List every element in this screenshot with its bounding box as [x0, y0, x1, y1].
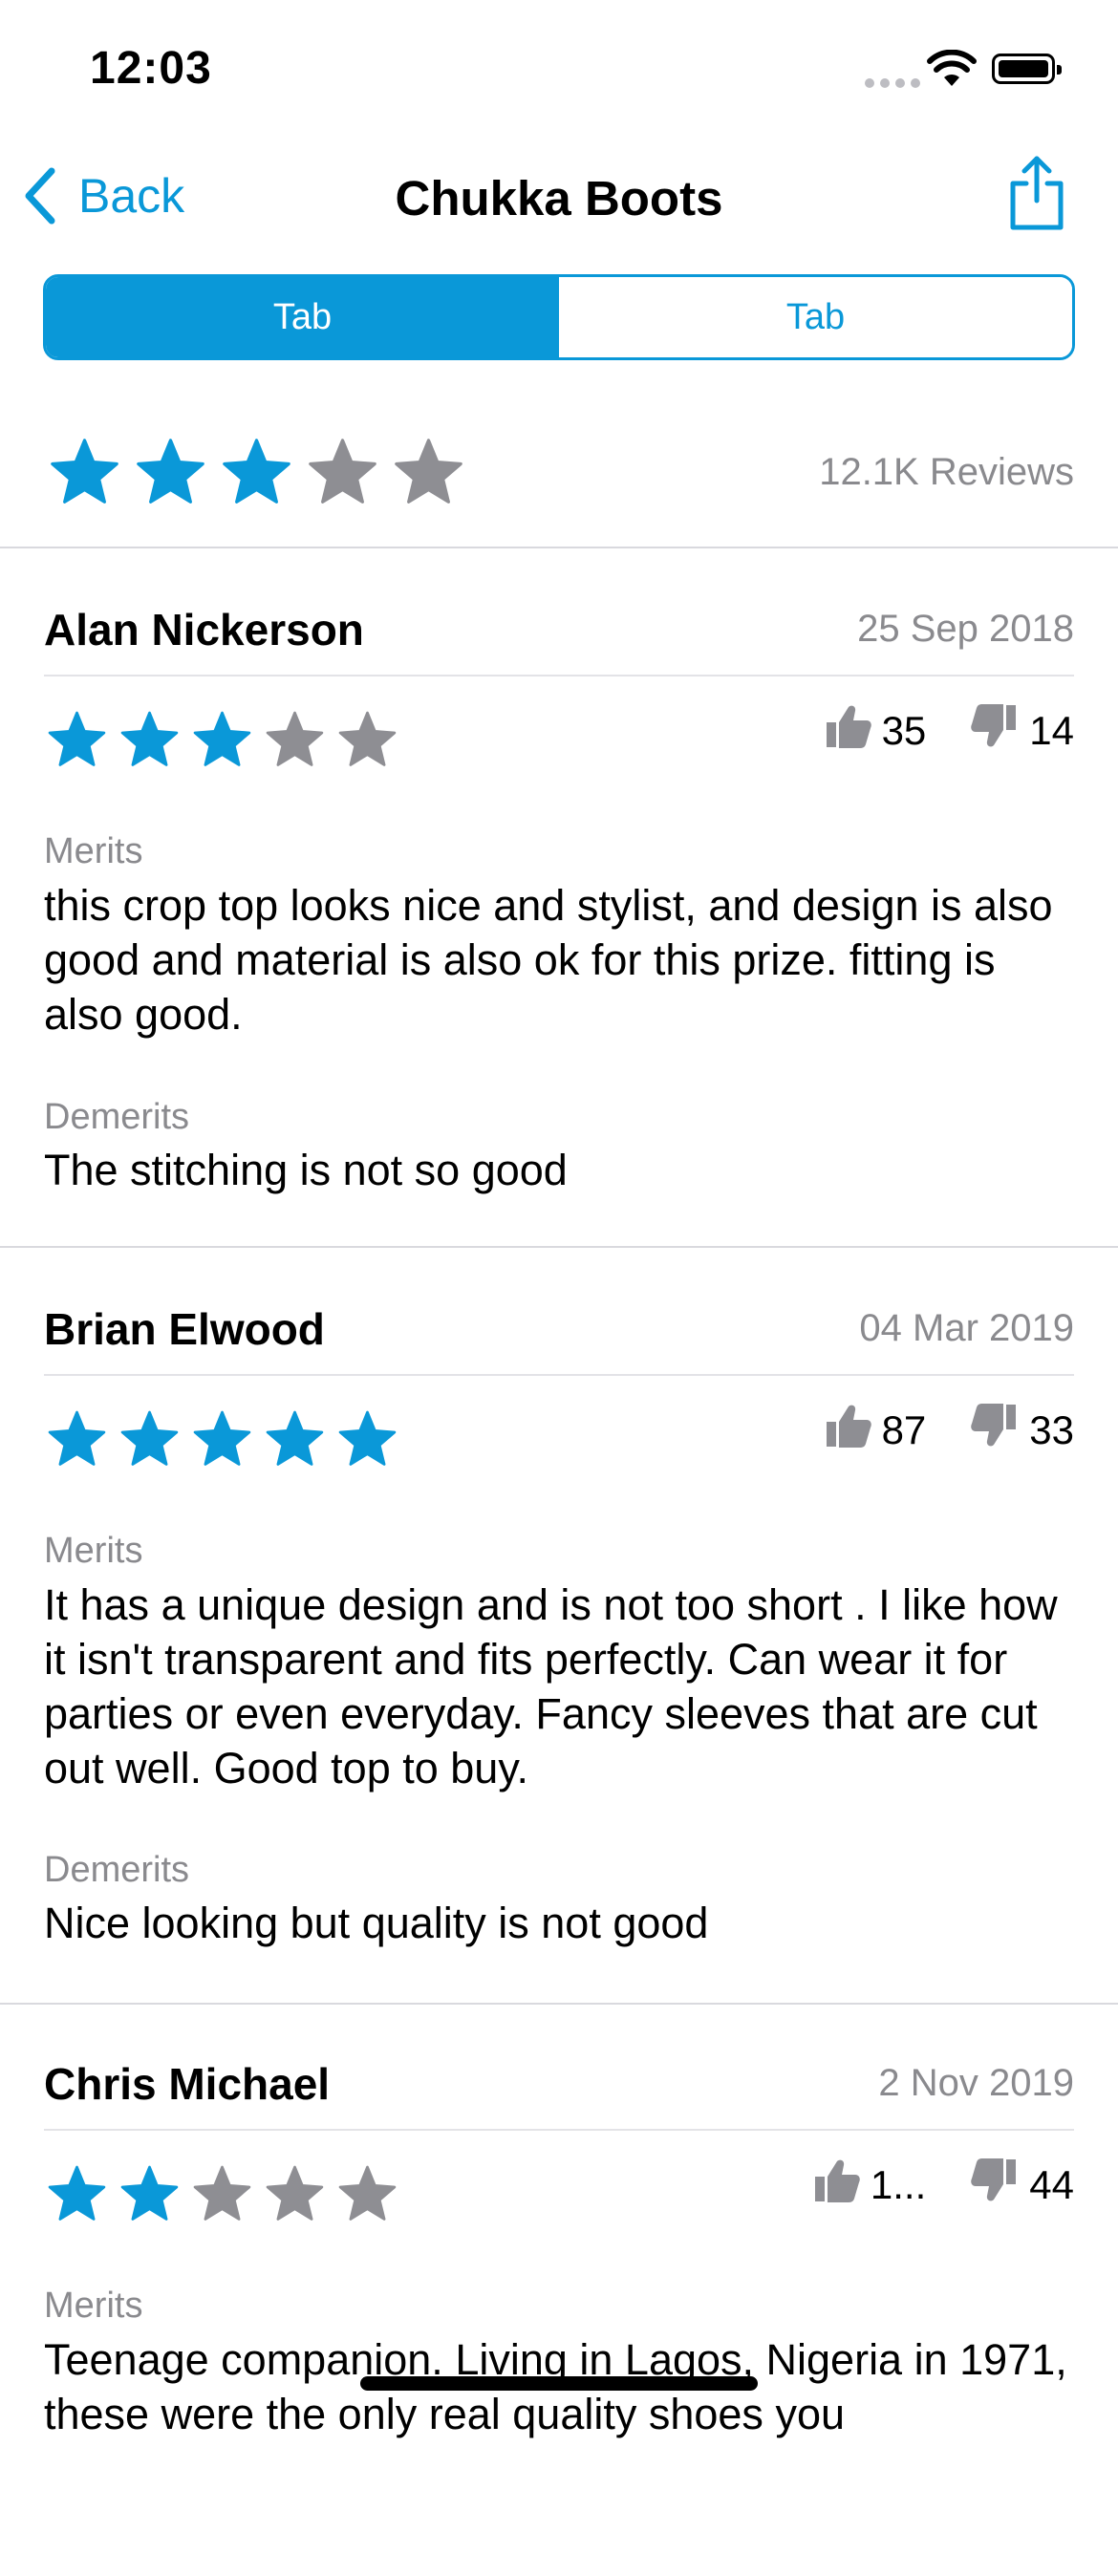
- wifi-icon: [927, 50, 977, 86]
- review-rating-stars: [46, 1408, 398, 1470]
- star-empty-icon: [266, 2165, 324, 2221]
- thumbs-down-icon: [970, 2156, 1020, 2215]
- thumbs-up-icon: [823, 1401, 872, 1460]
- merits-label: Merits: [44, 831, 143, 871]
- star-filled-icon: [338, 1410, 397, 1466]
- divider: [44, 2129, 1074, 2131]
- merits-label: Merits: [44, 1531, 143, 1571]
- page-title: Chukka Boots: [395, 171, 723, 225]
- demerits-label: Demerits: [44, 1097, 190, 1137]
- star-filled-icon: [266, 1410, 324, 1466]
- like-count: 1...: [870, 2162, 927, 2207]
- dislike-count: 14: [1029, 708, 1074, 753]
- review-card: Alan Nickerson 25 Sep 2018 35 14 Merits …: [0, 548, 1118, 1248]
- dislike-button[interactable]: 44: [970, 2156, 1074, 2215]
- star-filled-icon: [120, 711, 179, 766]
- thumbs-up-icon: [823, 701, 872, 761]
- review-date: 2 Nov 2019: [878, 2062, 1074, 2104]
- dislike-count: 33: [1029, 1407, 1074, 1452]
- reviewer-name: Chris Michael: [44, 2059, 331, 2109]
- dislike-button[interactable]: 14: [970, 701, 1074, 761]
- share-icon[interactable]: [1005, 155, 1068, 231]
- segmented-control: Tab Tab: [43, 274, 1075, 360]
- dislike-count: 44: [1029, 2162, 1074, 2207]
- divider: [44, 1374, 1074, 1376]
- review-card: Chris Michael 2 Nov 2019 1... 44 Merits …: [0, 2003, 1118, 2576]
- vote-buttons: 1... 44: [811, 2156, 1074, 2215]
- thumbs-down-icon: [970, 1401, 1020, 1460]
- like-button[interactable]: 87: [823, 1401, 927, 1460]
- status-time: 12:03: [90, 43, 212, 94]
- merits-label: Merits: [44, 2286, 143, 2326]
- thumbs-up-icon: [811, 2156, 861, 2215]
- navigation-bar: Back Chukka Boots: [0, 143, 1118, 253]
- tab-second[interactable]: Tab: [559, 277, 1072, 357]
- divider: [44, 675, 1074, 676]
- demerits-label: Demerits: [44, 1850, 190, 1890]
- review-count: 12.1K Reviews: [819, 451, 1074, 493]
- cellular-signal-icon: [865, 78, 920, 88]
- star-empty-icon: [338, 711, 397, 766]
- home-indicator: [360, 2376, 758, 2391]
- vote-buttons: 35 14: [823, 701, 1074, 761]
- star-filled-icon: [48, 1410, 106, 1466]
- like-button[interactable]: 1...: [811, 2156, 926, 2215]
- demerits-text: The stitching is not so good: [44, 1146, 568, 1194]
- star-filled-icon: [193, 1410, 251, 1466]
- star-filled-icon: [120, 2165, 179, 2221]
- review-rating-stars: [46, 709, 398, 771]
- star-empty-icon: [193, 2165, 251, 2221]
- status-bar: 12:03: [0, 0, 1118, 143]
- tab-first[interactable]: Tab: [46, 277, 559, 357]
- reviewer-name: Alan Nickerson: [44, 605, 364, 655]
- reviewer-name: Brian Elwood: [44, 1304, 325, 1354]
- merits-text: this crop top looks nice and stylist, an…: [44, 881, 1053, 1039]
- review-date: 25 Sep 2018: [857, 608, 1074, 650]
- star-filled-icon: [137, 439, 204, 504]
- vote-buttons: 87 33: [823, 1401, 1074, 1460]
- demerits-text: Nice looking but quality is not good: [44, 1899, 709, 1947]
- review-date: 04 Mar 2019: [859, 1307, 1074, 1349]
- star-empty-icon: [395, 439, 462, 504]
- star-empty-icon: [338, 2165, 397, 2221]
- overall-rating-stars: [48, 436, 465, 509]
- like-count: 87: [881, 1407, 927, 1452]
- like-count: 35: [881, 708, 927, 753]
- star-filled-icon: [223, 439, 290, 504]
- rating-summary: 12.1K Reviews: [0, 401, 1118, 548]
- star-empty-icon: [309, 439, 376, 504]
- star-filled-icon: [120, 1410, 179, 1466]
- star-filled-icon: [48, 711, 106, 766]
- star-filled-icon: [51, 439, 118, 504]
- star-empty-icon: [266, 711, 324, 766]
- merits-text: It has a unique design and is not too sh…: [44, 1580, 1058, 1792]
- like-button[interactable]: 35: [823, 701, 927, 761]
- star-filled-icon: [193, 711, 251, 766]
- thumbs-down-icon: [970, 701, 1020, 761]
- dislike-button[interactable]: 33: [970, 1401, 1074, 1460]
- review-rating-stars: [46, 2163, 398, 2225]
- battery-icon: [992, 54, 1062, 84]
- review-card: Brian Elwood 04 Mar 2019 87 33 Merits It…: [0, 1248, 1118, 2005]
- star-filled-icon: [48, 2165, 106, 2221]
